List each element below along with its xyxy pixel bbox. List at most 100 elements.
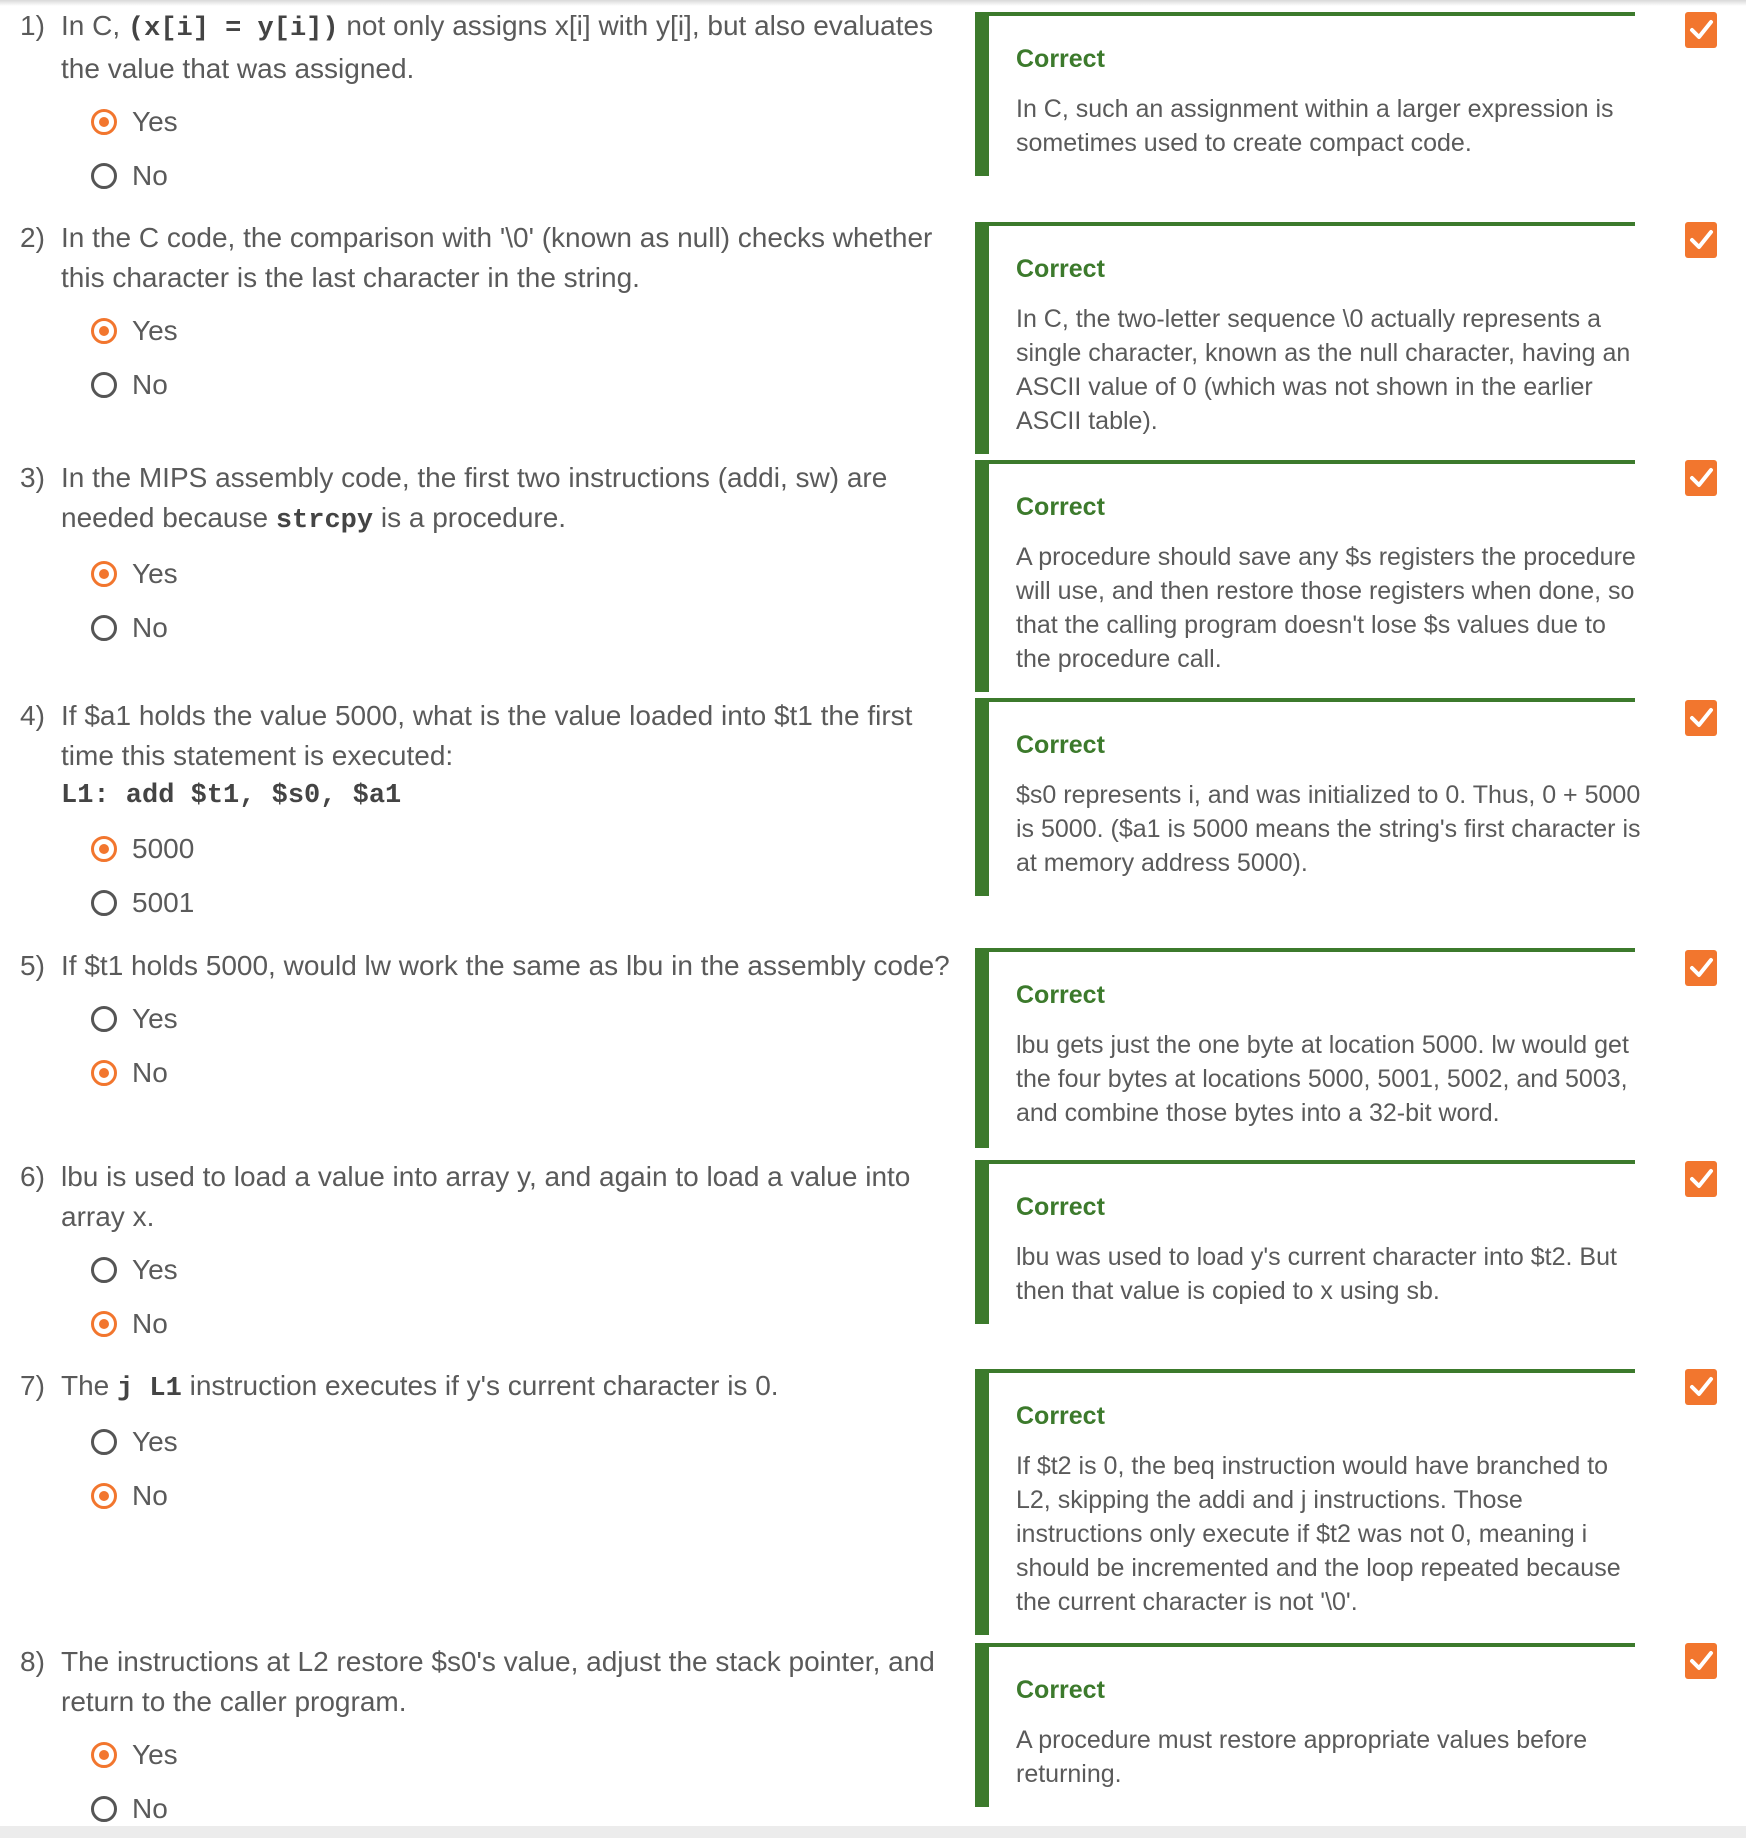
choice-label: 5000 <box>132 833 195 864</box>
feedback-text: If $t2 is 0, the beq instruction would h… <box>1016 1452 1621 1616</box>
choice-yes[interactable]: Yes <box>91 1728 950 1782</box>
radio-unselected-icon[interactable] <box>91 615 117 641</box>
feedback-title: Correct <box>1016 45 1105 73</box>
feedback-text: lbu was used to load y's current charact… <box>1016 1243 1617 1305</box>
choice-yes[interactable]: Yes <box>91 1415 950 1469</box>
radio-selected-icon[interactable] <box>91 318 117 344</box>
question-1: 1) In C, (x[i] = y[i]) not only assigns … <box>20 6 950 203</box>
feedback-title: Correct <box>1016 1193 1105 1221</box>
choice-yes[interactable]: Yes <box>91 95 950 149</box>
choice-no[interactable]: No <box>91 1469 950 1523</box>
radio-unselected-icon[interactable] <box>91 890 117 916</box>
inline-code: j L1 <box>117 1374 182 1404</box>
question-number: 5) <box>20 950 45 981</box>
choice-label: No <box>132 1480 168 1511</box>
choice-label: No <box>132 1057 168 1088</box>
radio-unselected-icon[interactable] <box>91 1006 117 1032</box>
question-text: In the C code, the comparison with '\0' … <box>61 222 933 293</box>
inline-code: strcpy <box>275 506 374 536</box>
choice-5001[interactable]: 5001 <box>91 876 950 930</box>
feedback-text: In C, such an assignment within a larger… <box>1016 95 1614 157</box>
radio-unselected-icon[interactable] <box>91 372 117 398</box>
choice-label: No <box>132 369 168 400</box>
feedback-7: Correct If $t2 is 0, the beq instruction… <box>975 1369 1635 1635</box>
inline-code: (x[i] = y[i]) <box>127 14 339 44</box>
choice-label: Yes <box>132 1426 178 1457</box>
choice-label: No <box>132 1793 168 1824</box>
checkmark-icon <box>1685 12 1717 48</box>
checkmark-icon <box>1685 222 1717 258</box>
choice-label: Yes <box>132 1003 178 1034</box>
choice-no[interactable]: No <box>91 601 950 655</box>
radio-selected-icon[interactable] <box>91 1483 117 1509</box>
question-text: In C, (x[i] = y[i]) not only assigns x[i… <box>61 10 934 84</box>
bottom-scroll-region <box>0 1826 1746 1838</box>
question-8: 8) The instructions at L2 restore $s0's … <box>20 1642 950 1836</box>
choice-label: No <box>132 612 168 643</box>
question-3: 3) In the MIPS assembly code, the first … <box>20 458 950 655</box>
feedback-text: A procedure must restore appropriate val… <box>1016 1726 1588 1788</box>
checkmark-icon <box>1685 460 1717 496</box>
question-number: 8) <box>20 1646 45 1677</box>
question-7: 7) The j L1 instruction executes if y's … <box>20 1366 950 1523</box>
choice-label: Yes <box>132 558 178 589</box>
feedback-text: lbu gets just the one byte at location 5… <box>1016 1031 1629 1127</box>
choice-label: Yes <box>132 106 178 137</box>
choice-yes[interactable]: Yes <box>91 547 950 601</box>
question-text: If $a1 holds the value 5000, what is the… <box>61 696 950 816</box>
checkmark-icon <box>1685 950 1717 986</box>
radio-selected-icon[interactable] <box>91 1060 117 1086</box>
feedback-3: Correct A procedure should save any $s r… <box>975 460 1636 692</box>
question-number: 2) <box>20 222 45 253</box>
feedback-title: Correct <box>1016 981 1105 1009</box>
checkmark-icon <box>1685 700 1717 736</box>
question-text: lbu is used to load a value into array y… <box>61 1161 911 1232</box>
choice-label: 5001 <box>132 887 195 918</box>
choice-label: Yes <box>132 315 178 346</box>
question-number: 4) <box>20 700 45 731</box>
radio-unselected-icon[interactable] <box>91 163 117 189</box>
choice-label: Yes <box>132 1254 178 1285</box>
question-number: 7) <box>20 1370 45 1401</box>
radio-selected-icon[interactable] <box>91 109 117 135</box>
feedback-4: Correct $s0 represents i, and was initia… <box>975 698 1641 896</box>
choice-yes[interactable]: Yes <box>91 304 950 358</box>
choice-no[interactable]: No <box>91 1046 950 1100</box>
choice-5000[interactable]: 5000 <box>91 822 950 876</box>
checkmark-icon <box>1685 1161 1717 1197</box>
feedback-1: Correct In C, such an assignment within … <box>975 12 1635 176</box>
choice-label: Yes <box>132 1739 178 1770</box>
question-text: In the MIPS assembly code, the first two… <box>61 462 888 536</box>
choice-yes[interactable]: Yes <box>91 1243 950 1297</box>
feedback-6: Correct lbu was used to load y's current… <box>975 1160 1635 1324</box>
radio-selected-icon[interactable] <box>91 1742 117 1768</box>
feedback-title: Correct <box>1016 1676 1105 1704</box>
question-number: 3) <box>20 462 45 493</box>
question-6: 6) lbu is used to load a value into arra… <box>20 1157 950 1351</box>
feedback-text: In C, the two-letter sequence \0 actuall… <box>1016 305 1631 435</box>
feedback-8: Correct A procedure must restore appropr… <box>975 1643 1635 1807</box>
radio-unselected-icon[interactable] <box>91 1429 117 1455</box>
radio-unselected-icon[interactable] <box>91 1257 117 1283</box>
choice-label: No <box>132 1308 168 1339</box>
feedback-2: Correct In C, the two-letter sequence \0… <box>975 222 1635 454</box>
checkmark-icon <box>1685 1369 1717 1405</box>
radio-selected-icon[interactable] <box>91 836 117 862</box>
question-text: The instructions at L2 restore $s0's val… <box>61 1646 935 1717</box>
choice-no[interactable]: No <box>91 1297 950 1351</box>
radio-unselected-icon[interactable] <box>91 1796 117 1822</box>
radio-selected-icon[interactable] <box>91 1311 117 1337</box>
question-2: 2) In the C code, the comparison with '\… <box>20 218 950 412</box>
feedback-title: Correct <box>1016 493 1105 521</box>
choice-label: No <box>132 160 168 191</box>
feedback-text: $s0 represents i, and was initialized to… <box>1016 781 1641 877</box>
choice-no[interactable]: No <box>91 358 950 412</box>
feedback-text: A procedure should save any $s registers… <box>1016 543 1636 673</box>
feedback-title: Correct <box>1016 731 1105 759</box>
question-text: If $t1 holds 5000, would lw work the sam… <box>61 950 950 981</box>
choice-yes[interactable]: Yes <box>91 992 950 1046</box>
feedback-title: Correct <box>1016 255 1105 283</box>
choice-no[interactable]: No <box>91 149 950 203</box>
question-5: 5) If $t1 holds 5000, would lw work the … <box>20 946 950 1100</box>
radio-selected-icon[interactable] <box>91 561 117 587</box>
